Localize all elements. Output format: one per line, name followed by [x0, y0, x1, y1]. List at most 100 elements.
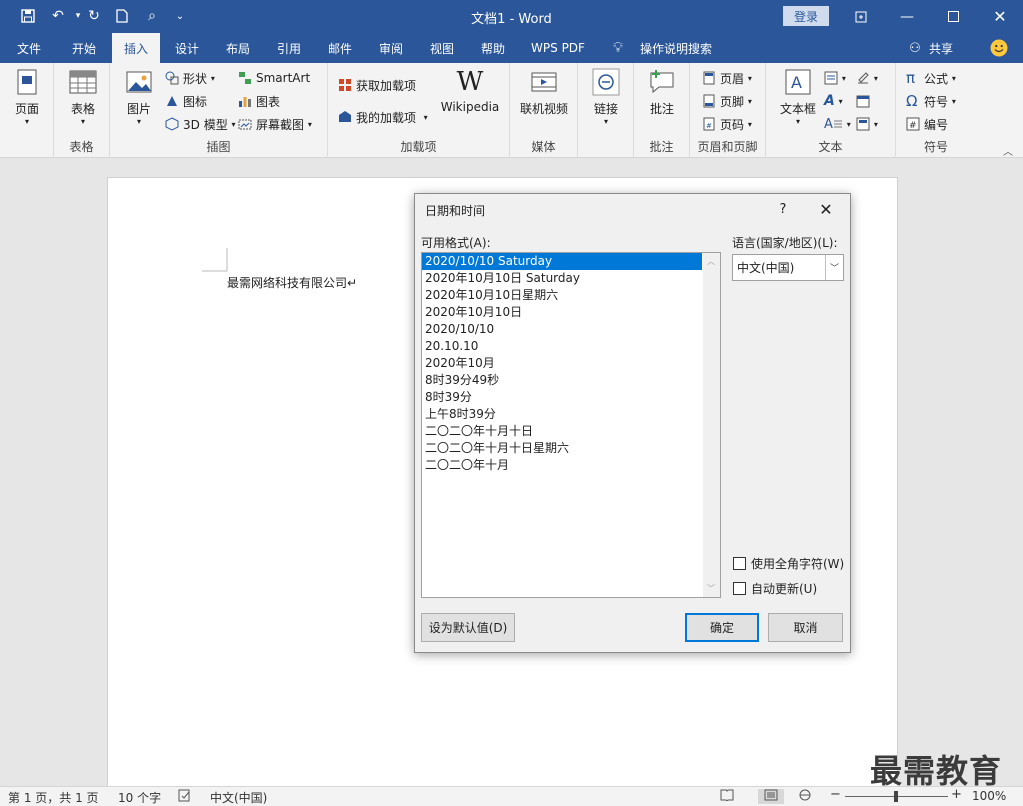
format-option[interactable]: 2020年10月10日	[422, 304, 702, 321]
ribbon-display-options-icon[interactable]	[838, 0, 884, 33]
tab-references[interactable]: 引用	[265, 33, 313, 63]
tab-home[interactable]: 开始	[60, 33, 108, 63]
find-icon[interactable]: ⌕	[142, 6, 162, 26]
video-icon	[531, 72, 557, 92]
ok-button[interactable]: 确定	[685, 613, 759, 642]
my-addins-button[interactable]: 我的加载项 ▾	[338, 107, 428, 127]
format-option[interactable]: 20.10.10	[422, 338, 702, 355]
page-number-button[interactable]: # 页码 ▾	[702, 114, 752, 134]
shapes-button[interactable]: 形状 ▾	[165, 68, 215, 88]
object-icon[interactable]: ▾	[856, 114, 878, 134]
screenshot-button[interactable]: 屏幕截图 ▾	[238, 114, 312, 134]
format-option[interactable]: 2020年10月	[422, 355, 702, 372]
picture-button[interactable]: 图片 ▾	[120, 67, 158, 126]
zoom-slider-thumb[interactable]	[894, 791, 898, 802]
tab-review[interactable]: 审阅	[367, 33, 415, 63]
equation-button[interactable]: π 公式 ▾	[906, 68, 956, 88]
help-button[interactable]: ?	[773, 198, 793, 220]
watermark-logo: 最需教育	[870, 752, 1003, 790]
tab-mailings[interactable]: 邮件	[316, 33, 364, 63]
cancel-button[interactable]: 取消	[768, 613, 843, 642]
ribbon: 页面 ▾ 页面 表格 ▾ 表格 图片 ▾ 形状 ▾ 图标 3D 模型 ▾ Sma…	[0, 63, 1023, 158]
pages-button[interactable]: 页面 ▾	[8, 67, 46, 126]
tab-view[interactable]: 视图	[418, 33, 466, 63]
tell-me-search[interactable]: 操作说明搜索	[634, 33, 718, 63]
smartart-button[interactable]: SmartArt	[238, 68, 310, 88]
quick-parts-icon[interactable]: ▾	[824, 68, 846, 88]
fullwidth-checkbox[interactable]: 使用全角字符(W)	[733, 555, 844, 572]
maximize-icon[interactable]	[930, 0, 976, 33]
proofing-icon[interactable]	[178, 789, 192, 805]
header-icon	[702, 71, 716, 85]
page-count[interactable]: 第 1 页，共 1 页	[8, 789, 99, 806]
collapse-ribbon-icon[interactable]: ︿	[1003, 143, 1013, 158]
formats-list[interactable]: 2020/10/10 Saturday 2020年10月10日 Saturday 2…	[421, 252, 721, 598]
pi-icon: π	[906, 69, 916, 87]
scroll-down-icon[interactable]: ﹀	[707, 583, 715, 594]
format-option[interactable]: 2020/10/10 Saturday	[422, 253, 702, 270]
chevron-down-icon[interactable]: ﹀	[825, 255, 843, 280]
smiley-icon[interactable]	[988, 33, 1010, 63]
format-option[interactable]: 2020/10/10	[422, 321, 702, 338]
svg-text:A: A	[791, 73, 802, 92]
format-option[interactable]: 二〇二〇年十月十日星期六	[422, 440, 702, 457]
auto-update-checkbox-box[interactable]	[733, 582, 746, 595]
save-icon[interactable]	[18, 6, 38, 26]
read-mode-icon[interactable]	[720, 789, 734, 804]
date-time-icon[interactable]	[856, 91, 870, 111]
textbox-button[interactable]: A 文本框 ▾	[776, 67, 820, 126]
format-option[interactable]: 8时39分	[422, 389, 702, 406]
group-label-media: 媒体	[531, 140, 556, 154]
icons-button[interactable]: 图标	[165, 91, 207, 111]
close-dialog-icon[interactable]: ✕	[813, 198, 839, 220]
chart-button[interactable]: 图表	[238, 91, 280, 111]
comment-button[interactable]: 批注	[644, 67, 680, 117]
wordart-icon[interactable]: A ▾	[824, 91, 843, 111]
footer-button[interactable]: 页脚 ▾	[702, 91, 752, 111]
close-window-icon[interactable]: ✕	[977, 0, 1023, 33]
set-default-button[interactable]: 设为默认值(D)	[421, 613, 515, 642]
header-button[interactable]: 页眉 ▾	[702, 68, 752, 88]
scroll-up-icon[interactable]: ︿	[707, 256, 715, 267]
dropcap-icon[interactable]: A ▾	[824, 114, 851, 134]
tab-help[interactable]: 帮助	[469, 33, 517, 63]
new-document-icon[interactable]	[112, 6, 132, 26]
tab-design[interactable]: 设计	[163, 33, 211, 63]
language-select[interactable]: 中文(中国) ﹀	[732, 254, 844, 281]
undo-icon[interactable]: ↶	[48, 6, 68, 26]
redo-icon[interactable]: ↻	[84, 6, 104, 26]
web-layout-icon[interactable]	[798, 789, 812, 804]
signature-line-icon[interactable]: ▾	[856, 68, 878, 88]
3d-model-button[interactable]: 3D 模型 ▾	[165, 114, 236, 134]
table-button[interactable]: 表格 ▾	[64, 67, 102, 126]
document-body-text[interactable]: 最需网络科技有限公司↵	[227, 274, 357, 291]
tab-insert[interactable]: 插入	[112, 33, 160, 63]
format-option[interactable]: 8时39分49秒	[422, 372, 702, 389]
auto-update-checkbox[interactable]: 自动更新(U)	[733, 580, 817, 597]
tab-wps-pdf[interactable]: WPS PDF	[522, 33, 594, 63]
numbering-button[interactable]: # 编号	[906, 114, 948, 134]
format-option[interactable]: 二〇二〇年十月十日	[422, 423, 702, 440]
formats-scrollbar[interactable]: ︿ ﹀	[703, 253, 720, 597]
get-addins-button[interactable]: 获取加载项	[338, 75, 416, 95]
group-label-addins: 加载项	[400, 140, 437, 154]
format-option[interactable]: 2020年10月10日 Saturday	[422, 270, 702, 287]
login-button[interactable]: 登录	[783, 6, 829, 26]
print-layout-icon[interactable]	[758, 789, 784, 804]
fullwidth-checkbox-box[interactable]	[733, 557, 746, 570]
minimize-icon[interactable]: —	[884, 0, 930, 33]
word-count[interactable]: 10 个字	[118, 789, 161, 806]
format-option[interactable]: 2020年10月10日星期六	[422, 287, 702, 304]
tab-file[interactable]: 文件	[5, 33, 53, 63]
customize-qat-icon[interactable]: ⌄	[170, 6, 190, 26]
format-option[interactable]: 二〇二〇年十月	[422, 457, 702, 474]
language-status[interactable]: 中文(中国)	[210, 789, 267, 806]
tab-layout[interactable]: 布局	[214, 33, 262, 63]
share-button[interactable]: 共享	[926, 33, 956, 63]
link-button[interactable]: 链接 ▾	[588, 67, 624, 126]
wikipedia-button[interactable]: W Wikipedia	[438, 67, 502, 114]
format-option[interactable]: 上午8时39分	[422, 406, 702, 423]
online-video-button[interactable]: 联机视频	[518, 67, 570, 117]
symbol-button[interactable]: Ω 符号 ▾	[906, 91, 956, 111]
zoom-out-icon[interactable]: −	[830, 787, 841, 802]
